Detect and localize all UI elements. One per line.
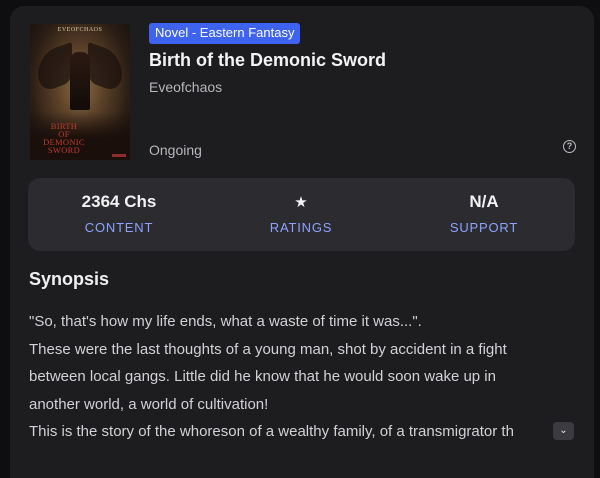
cover-publisher-mark	[112, 154, 126, 157]
stats-panel: 2364 Chs CONTENT ★ RATINGS N/A SUPPORT	[28, 178, 575, 251]
cover-art-left-wing	[38, 41, 72, 95]
stat-support-label: SUPPORT	[449, 220, 519, 235]
stat-ratings-label: RATINGS	[269, 220, 333, 235]
cover-art-right-wing	[88, 41, 122, 95]
support-value: N/A	[469, 192, 499, 211]
expand-synopsis-button[interactable]: ⌄	[553, 422, 574, 440]
synopsis-line: These were the last thoughts of a young …	[29, 340, 507, 358]
cover-title-line: SWORD	[47, 145, 81, 155]
synopsis-line: another world, a world of cultivation!	[29, 395, 269, 413]
chevron-down-icon: ⌄	[559, 425, 568, 436]
book-cover-image[interactable]: EVEOFCHAOS BIRTH OF DEMONIC SWORD	[30, 24, 130, 160]
book-title: Birth of the Demonic Sword	[149, 50, 387, 70]
question-circle-icon[interactable]: ?	[563, 140, 576, 153]
chapter-count: 2364 Chs	[81, 192, 157, 211]
synopsis-text: "So, that's how my life ends, what a was…	[29, 308, 564, 446]
book-status: Ongoing	[149, 142, 202, 158]
stat-support[interactable]: N/A SUPPORT	[393, 178, 575, 251]
synopsis-line: between local gangs. Little did he know …	[29, 368, 496, 385]
synopsis-heading: Synopsis	[29, 269, 110, 289]
synopsis-line: "So, that's how my life ends, what a was…	[29, 313, 422, 330]
book-author[interactable]: Eveofchaos	[149, 79, 222, 95]
genre-badge[interactable]: Novel - Eastern Fantasy	[149, 23, 301, 44]
cover-art-figure	[70, 52, 90, 110]
book-detail-card: EVEOFCHAOS BIRTH OF DEMONIC SWORD Novel …	[10, 6, 594, 478]
cover-author-text: EVEOFCHAOS	[57, 27, 103, 33]
synopsis-line: This is the story of the whoreson of a w…	[29, 423, 514, 440]
stat-content-label: CONTENT	[84, 220, 154, 235]
stat-ratings[interactable]: ★ RATINGS	[210, 178, 392, 251]
star-icon: ★	[294, 194, 308, 211]
rating-value: ★	[210, 192, 392, 212]
stat-content[interactable]: 2364 Chs CONTENT	[28, 178, 210, 251]
cover-title-art: BIRTH OF DEMONIC SWORD	[34, 122, 94, 155]
